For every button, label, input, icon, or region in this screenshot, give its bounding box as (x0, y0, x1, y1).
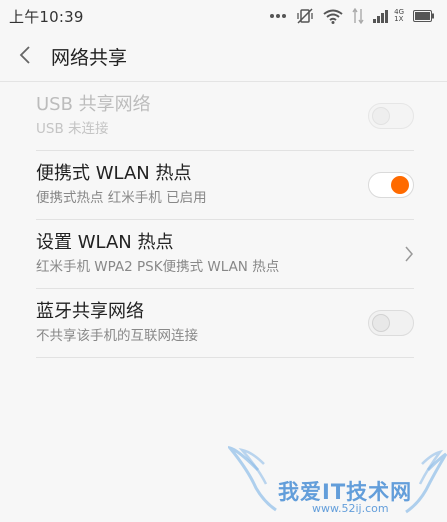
battery-icon (413, 10, 435, 22)
setting-subtitle: USB 未连接 (36, 121, 109, 137)
status-time: 上午10:39 (9, 7, 84, 26)
chevron-left-icon (19, 45, 31, 68)
toggle-knob (391, 176, 409, 194)
signal-strength-icon (373, 9, 391, 23)
setting-configure-hotspot[interactable]: 设置 WLAN 热点 红米手机 WPA2 PSK便携式 WLAN 热点 (36, 220, 414, 289)
header: 网络共享 (0, 32, 447, 82)
usb-tethering-toggle[interactable] (368, 103, 414, 129)
wifi-icon (323, 9, 343, 24)
toggle-knob (372, 314, 390, 332)
page-title: 网络共享 (51, 47, 128, 69)
setting-title: 设置 WLAN 热点 (36, 232, 174, 253)
setting-usb-tethering[interactable]: USB 共享网络 USB 未连接 (36, 82, 414, 151)
watermark: 我爱IT技术网 www.52ij.com (228, 440, 447, 522)
watermark-url: www.52ij.com (312, 502, 389, 515)
setting-title: USB 共享网络 (36, 94, 151, 115)
portable-hotspot-toggle[interactable] (368, 172, 414, 198)
watermark-text: 我爱IT技术网 (278, 480, 413, 504)
setting-subtitle: 不共享该手机的互联网连接 (36, 328, 198, 344)
settings-list: USB 共享网络 USB 未连接 便携式 WLAN 热点 便携式热点 红米手机 … (36, 82, 414, 358)
bluetooth-tethering-toggle[interactable] (368, 310, 414, 336)
more-dots-icon (269, 13, 287, 19)
setting-title: 蓝牙共享网络 (36, 301, 144, 322)
watermark-wings-icon (228, 445, 447, 514)
status-icons: 4G 1X (269, 8, 435, 24)
network-type-1x: 1X (394, 15, 404, 23)
network-type-label: 4G 1X (394, 9, 404, 23)
chevron-right-icon (404, 246, 414, 266)
data-transfer-icon (352, 8, 364, 24)
vibrate-off-icon (296, 8, 314, 24)
setting-subtitle: 红米手机 WPA2 PSK便携式 WLAN 热点 (36, 259, 280, 275)
setting-portable-hotspot[interactable]: 便携式 WLAN 热点 便携式热点 红米手机 已启用 (36, 151, 414, 220)
setting-subtitle: 便携式热点 红米手机 已启用 (36, 190, 207, 206)
toggle-knob (372, 107, 390, 125)
setting-title: 便携式 WLAN 热点 (36, 163, 192, 184)
status-bar: 上午10:39 4G 1X (0, 0, 447, 32)
setting-bluetooth-tethering[interactable]: 蓝牙共享网络 不共享该手机的互联网连接 (36, 289, 414, 358)
back-button[interactable] (2, 32, 48, 82)
